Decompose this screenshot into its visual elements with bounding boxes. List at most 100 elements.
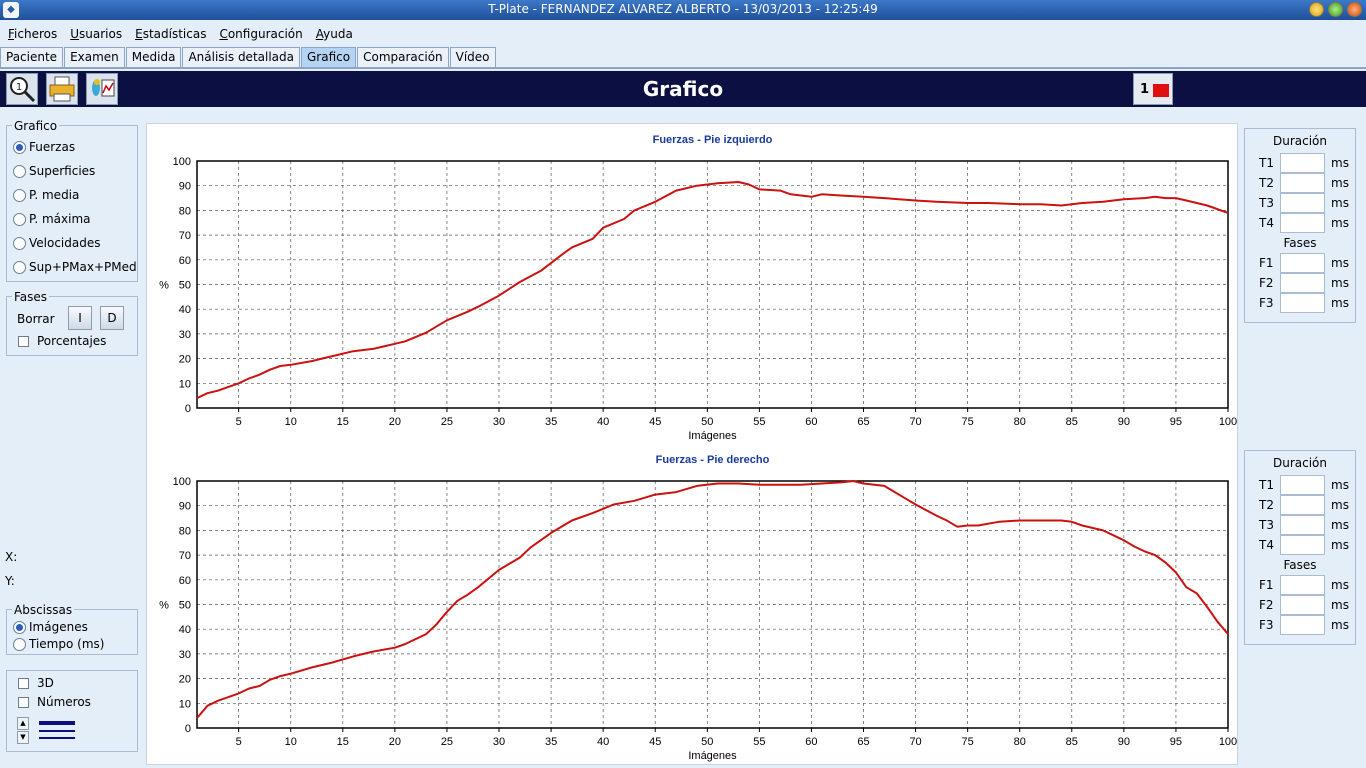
print-button[interactable] [46,73,78,105]
f1-row: F1 ms [1259,253,1349,273]
radio-button[interactable] [13,212,26,226]
radio-button[interactable] [13,260,26,274]
close-icon[interactable] [1347,2,1362,17]
x-tick-label: 20 [389,736,401,748]
tab-grafico[interactable]: Grafico [301,47,357,67]
y-tick-label: 60 [179,575,191,587]
radio-button[interactable] [13,164,26,178]
fases-title: Fases [1283,558,1317,572]
t2-field[interactable] [1280,173,1325,193]
grafico-group: Grafico Fuerzas Superficies P. media P. … [6,119,138,282]
spinner-up-icon[interactable]: ▲ [17,717,29,730]
x-tick-label: 35 [545,736,557,748]
radio-velocidades[interactable]: Velocidades [13,235,101,251]
tab-examen[interactable]: Examen [64,47,125,67]
radio-button[interactable] [13,637,26,651]
f3-field[interactable] [1280,293,1325,313]
radio-superficies[interactable]: Superficies [13,163,95,179]
x-tick-label: 75 [962,736,974,748]
numeros-checkbox[interactable]: Números [18,694,91,710]
x-tick-label: 90 [1118,416,1130,428]
y-tick-label: 0 [185,723,191,735]
x-tick-label: 65 [857,736,869,748]
menu-bar: Ficheros Usuarios Estadísticas Configura… [0,24,358,44]
checkbox[interactable] [18,677,29,689]
tab-comparacion[interactable]: Comparación [357,47,449,67]
checkbox[interactable] [18,696,29,708]
menu-ayuda[interactable]: Ayuda [308,24,358,44]
t4-field[interactable] [1280,535,1325,555]
f3-field[interactable] [1280,615,1325,635]
fases-group-title: Fases [12,290,50,304]
f1-field[interactable] [1280,575,1325,595]
menu-configuracion[interactable]: Configuración [211,24,307,44]
radio-button-checked[interactable] [13,620,26,634]
t1-field[interactable] [1280,153,1325,173]
y-tick-label: 70 [179,550,191,562]
radio-tiempo[interactable]: Tiempo (ms) [13,636,104,652]
chart-fuerzas-pie-izquierdo[interactable]: Fuerzas - Pie izquierdo 0 10 20 30 40 50 60 70 80… [146,125,1238,445]
timing-panel-izquierdo: Duración T1 ms T2 ms T3 ms T4 ms Fases F1 ms … [1244,128,1356,323]
tab-video[interactable]: Vídeo [449,47,496,67]
tab-paciente[interactable]: Paciente [0,47,64,67]
radio-button-checked[interactable] [13,140,26,154]
x-tick-label: 25 [441,736,453,748]
chart-fuerzas-pie-derecho[interactable]: Fuerzas - Pie derecho 0 10 20 30 40 50 60 70 80 90… [146,445,1238,765]
x-tick-label: 85 [1066,736,1078,748]
f1-field[interactable] [1280,253,1325,273]
y-tick-label: 40 [179,304,191,316]
x-tick-label: 95 [1170,416,1182,428]
t2-field[interactable] [1280,495,1325,515]
t4-field[interactable] [1280,213,1325,233]
x-tick-label: 100 [1219,416,1237,428]
spinner-down-icon[interactable]: ▼ [17,731,29,744]
menu-usuarios[interactable]: Usuarios [62,24,127,44]
t3-field[interactable] [1280,515,1325,535]
fases-group: Fases Borrar I D Porcentajes [6,290,138,356]
x-tick-label: 30 [493,416,505,428]
y-tick-label: 50 [179,280,191,292]
t1-field[interactable] [1280,475,1325,495]
borrar-izquierdo-button[interactable]: I [68,306,92,330]
radio-p-maxima[interactable]: P. máxima [13,211,91,227]
y-tick-label: 40 [179,624,191,636]
x-tick-label: 5 [236,736,242,748]
x-tick-label: 100 [1219,736,1237,748]
fases-title: Fases [1283,236,1317,250]
y-axis-label: % [159,600,169,612]
radio-button[interactable] [13,236,26,250]
zoom-button[interactable]: 1 [6,73,38,105]
porcentajes-checkbox[interactable]: Porcentajes [18,333,106,349]
tab-medida[interactable]: Medida [125,47,182,67]
radio-imagenes[interactable]: Imágenes [13,619,88,635]
window-title: T-Plate - FERNANDEZ ALVAREZ ALBERTO - 13… [488,2,878,16]
radio-sup-pmax-pmed[interactable]: Sup+PMax+PMed [13,259,137,275]
x-axis-label: Imágenes [688,750,737,762]
borrar-derecho-button[interactable]: D [100,306,124,330]
maximize-icon[interactable] [1328,2,1343,17]
f2-field[interactable] [1280,595,1325,615]
radio-button[interactable] [13,188,26,202]
menu-ficheros[interactable]: Ficheros [0,24,62,44]
foot-chart-button[interactable] [86,73,118,105]
minimize-icon[interactable] [1309,2,1324,17]
f2-field[interactable] [1280,273,1325,293]
x-tick-label: 45 [649,416,661,428]
x-tick-label: 40 [597,416,609,428]
f2-row: F2 ms [1259,595,1349,615]
x-tick-label: 15 [337,416,349,428]
f1-row: F1 ms [1259,575,1349,595]
menu-estadisticas[interactable]: Estadísticas [127,24,211,44]
x-tick-label: 70 [909,736,921,748]
flag-icon [1153,84,1169,97]
checkbox[interactable] [18,335,29,347]
y-tick-label: 20 [179,674,191,686]
radio-p-media[interactable]: P. media [13,187,79,203]
radio-fuerzas[interactable]: Fuerzas [13,139,75,155]
3d-checkbox[interactable]: 3D [18,675,54,691]
line-width-spinner[interactable]: ▲ ▼ [17,717,77,745]
tab-analisis-detallada[interactable]: Análisis detallada [182,47,300,67]
t3-field[interactable] [1280,193,1325,213]
x-tick-label: 55 [753,416,765,428]
page-indicator[interactable]: 1 [1133,73,1173,105]
